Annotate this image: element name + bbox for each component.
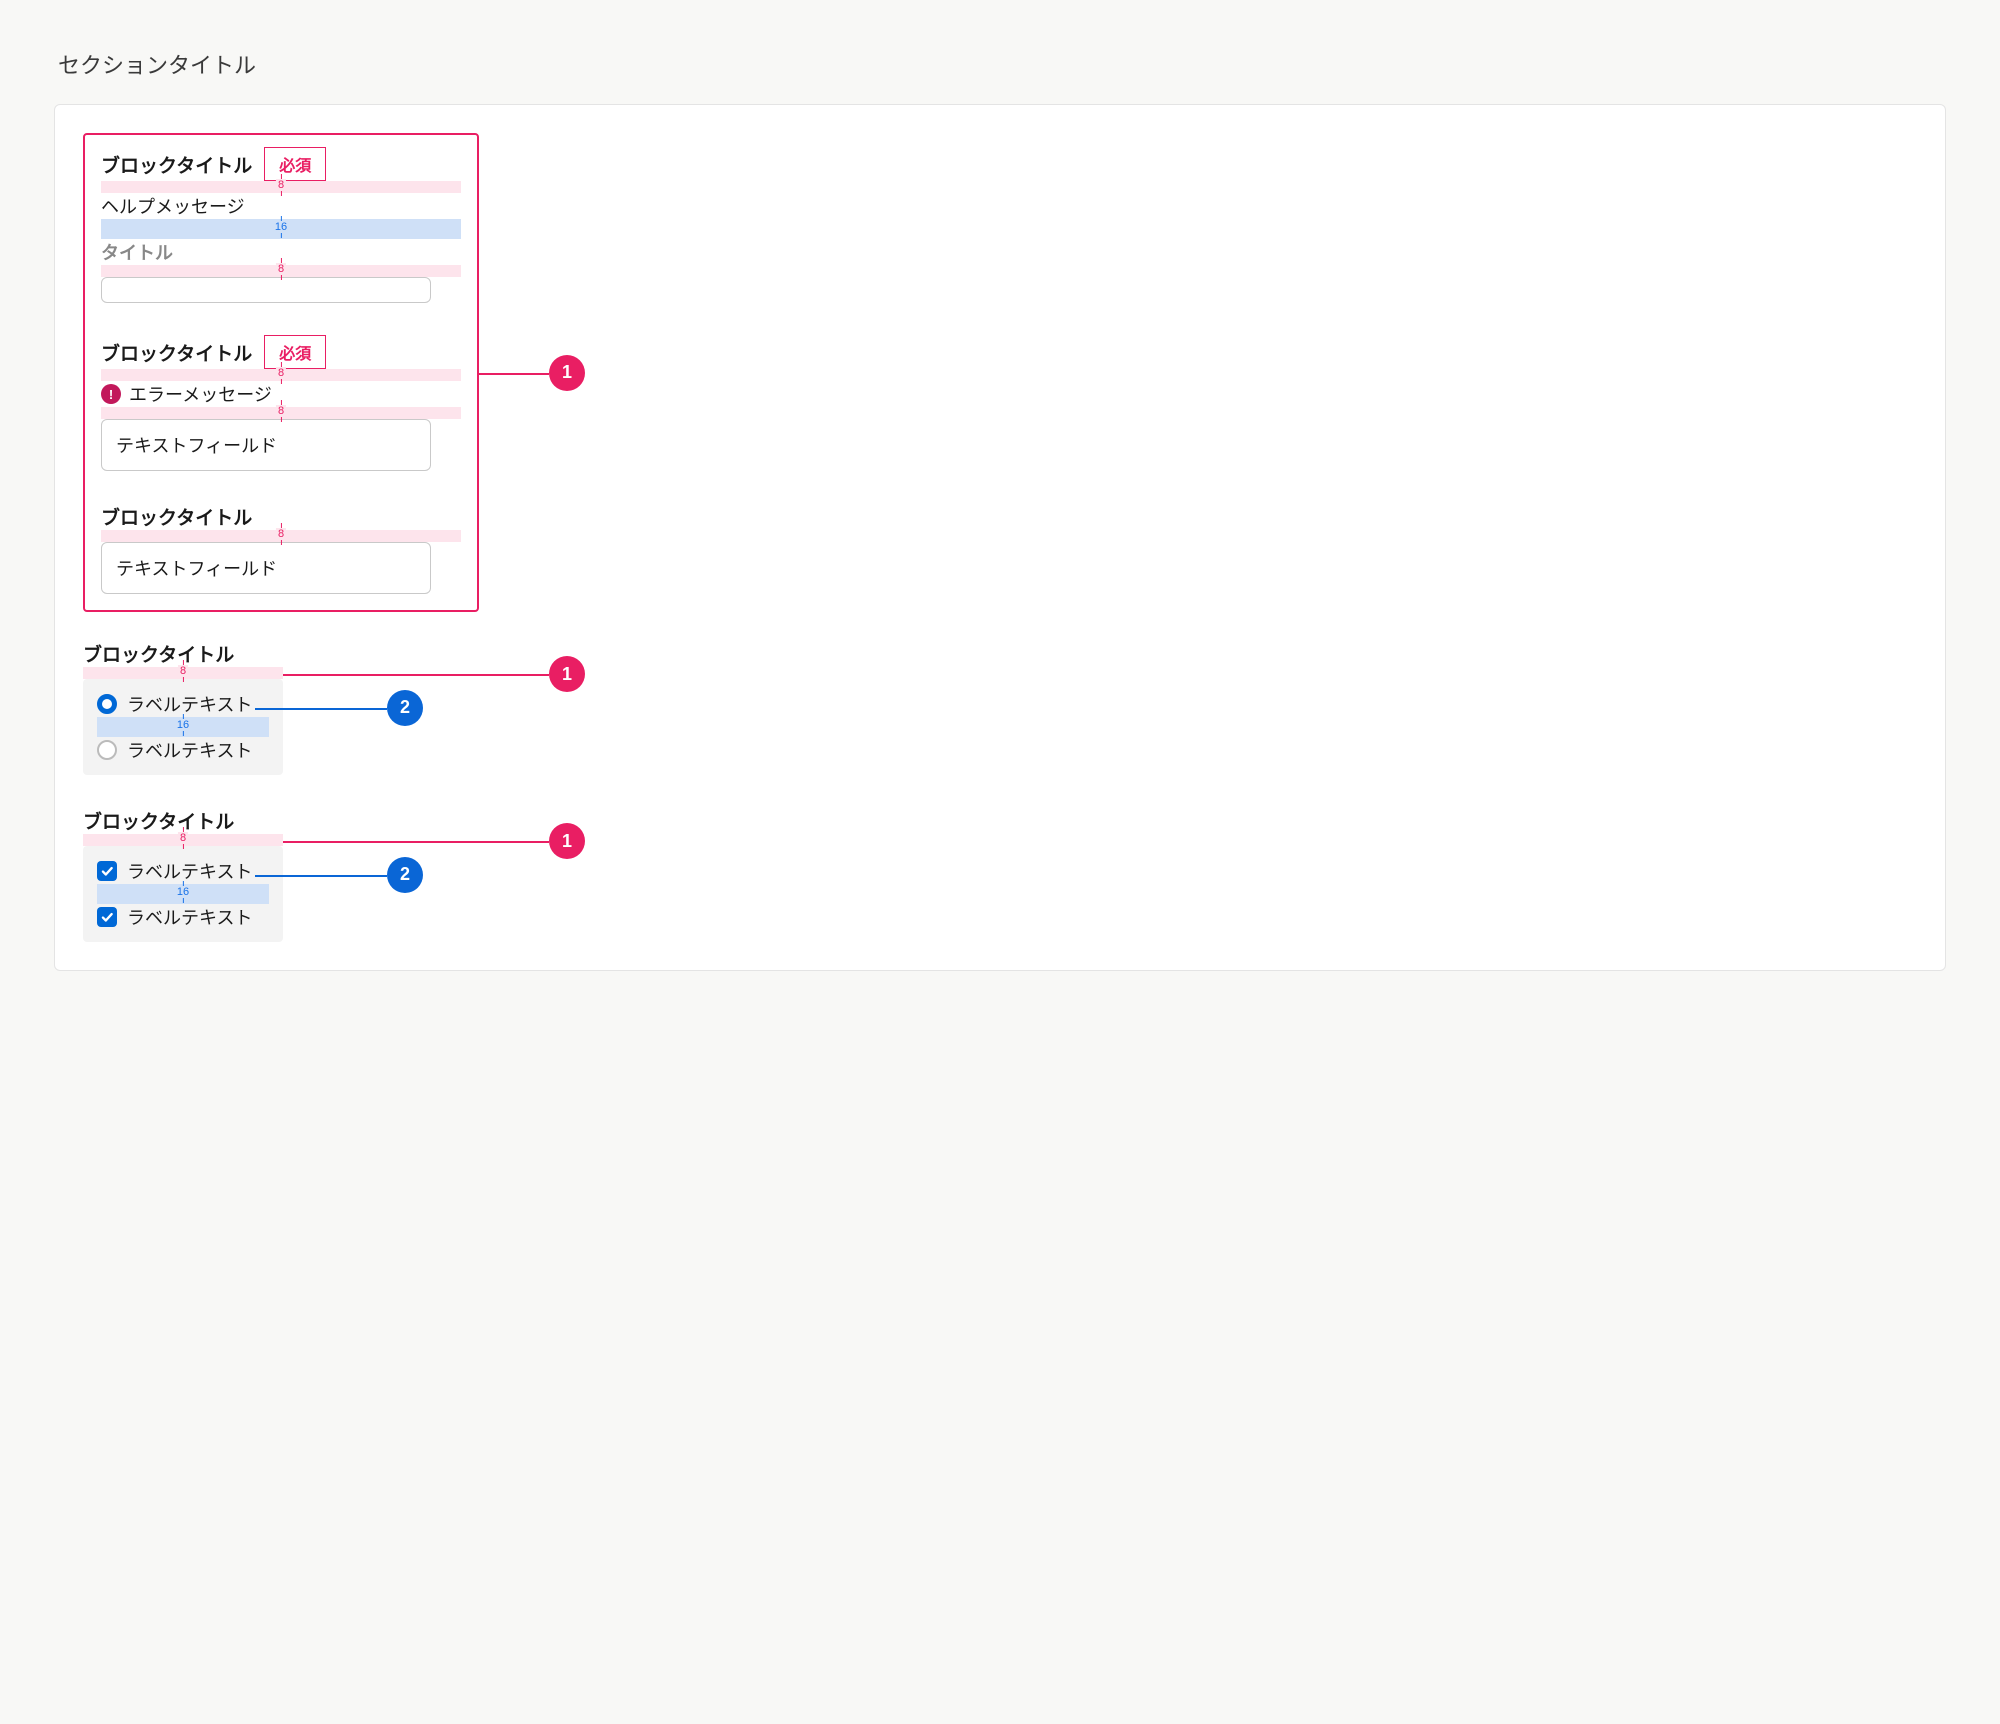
error-icon: ! bbox=[101, 384, 121, 404]
checkbox-icon-checked bbox=[97, 861, 117, 881]
form-block-3: ブロックタイトル 8 テキストフィールド bbox=[101, 503, 461, 594]
form-block-checkbox: ブロックタイトル 8 1 ラベルテキスト 16 ラベルテキスト bbox=[83, 807, 479, 942]
radio-icon-checked bbox=[97, 694, 117, 714]
callout-line bbox=[255, 875, 387, 877]
radio-label: ラベルテキスト bbox=[127, 737, 252, 763]
form-block-1: ブロックタイトル 必須 8 ヘルプメッセージ 16 タイトル 8 bbox=[101, 147, 461, 303]
block-title: ブロックタイトル bbox=[101, 339, 252, 366]
text-input[interactable]: テキストフィールド bbox=[101, 542, 431, 594]
spacing-indicator-8: 8 bbox=[101, 181, 461, 193]
checkbox-group: ラベルテキスト 16 ラベルテキスト 2 bbox=[83, 846, 283, 942]
checkbox-icon-checked bbox=[97, 907, 117, 927]
block-title: ブロックタイトル bbox=[101, 151, 252, 178]
callout-badge-2: 2 bbox=[387, 857, 423, 893]
radio-group: ラベルテキスト 16 ラベルテキスト 2 bbox=[83, 679, 283, 775]
checkbox-label: ラベルテキスト bbox=[127, 904, 252, 930]
callout-badge-1: 1 bbox=[549, 355, 585, 391]
spacing-indicator-16: 16 bbox=[101, 219, 461, 239]
radio-label: ラベルテキスト bbox=[127, 691, 252, 717]
checkbox-option[interactable]: ラベルテキスト bbox=[97, 904, 269, 930]
callout-line bbox=[283, 841, 549, 843]
callout-badge-1: 1 bbox=[549, 823, 585, 859]
checkbox-label: ラベルテキスト bbox=[127, 858, 252, 884]
radio-option[interactable]: ラベルテキスト bbox=[97, 737, 269, 763]
text-input[interactable] bbox=[101, 277, 431, 303]
spacing-indicator-8: 8 bbox=[83, 667, 283, 679]
block-title: ブロックタイトル bbox=[101, 503, 252, 530]
block-group-frame: ブロックタイトル 必須 8 ヘルプメッセージ 16 タイトル 8 ブロックタイト… bbox=[83, 133, 479, 612]
form-block-2: ブロックタイトル 必須 8 ! エラーメッセージ 8 テキストフィールド bbox=[101, 335, 461, 471]
spacing-indicator-8: 8 bbox=[101, 369, 461, 381]
spacing-indicator-8: 8 bbox=[83, 834, 283, 846]
section-card: ブロックタイトル 必須 8 ヘルプメッセージ 16 タイトル 8 ブロックタイト… bbox=[54, 104, 1946, 971]
spacing-indicator-8: 8 bbox=[101, 265, 461, 277]
spacing-indicator-8: 8 bbox=[101, 407, 461, 419]
form-block-radio: ブロックタイトル 8 1 ラベルテキスト 16 ラベルテキスト 2 bbox=[83, 640, 479, 775]
error-message: エラーメッセージ bbox=[129, 381, 272, 407]
radio-icon-unchecked bbox=[97, 740, 117, 760]
block-title: ブロックタイトル bbox=[83, 645, 234, 666]
text-input[interactable]: テキストフィールド bbox=[101, 419, 431, 471]
required-badge: 必須 bbox=[264, 335, 326, 369]
callout-line bbox=[255, 708, 387, 710]
required-badge: 必須 bbox=[264, 147, 326, 181]
callout-badge-2: 2 bbox=[387, 690, 423, 726]
spacing-indicator-16: 16 bbox=[97, 717, 269, 737]
section-title: セクションタイトル bbox=[58, 48, 1946, 80]
callout-line bbox=[283, 674, 549, 676]
block-title: ブロックタイトル bbox=[83, 812, 234, 833]
spacing-indicator-16: 16 bbox=[97, 884, 269, 904]
spacing-indicator-8: 8 bbox=[101, 530, 461, 542]
callout-badge-1: 1 bbox=[549, 656, 585, 692]
callout-line bbox=[479, 373, 549, 375]
